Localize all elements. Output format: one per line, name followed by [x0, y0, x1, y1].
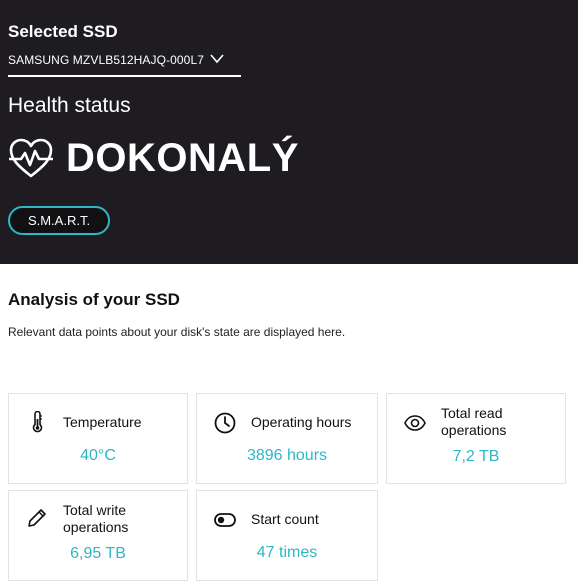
health-status: DOKONALÝ: [8, 136, 299, 181]
analysis-description: Relevant data points about your disk's s…: [8, 325, 346, 339]
health-status-value: DOKONALÝ: [66, 136, 299, 180]
total-write-title: Total write operations: [63, 502, 128, 536]
analysis-title: Analysis of your SSD: [8, 290, 180, 309]
total-write-value: 6,95 TB: [70, 545, 126, 562]
total-read-value: 7,2 TB: [452, 448, 500, 465]
ssd-selector-dropdown[interactable]: SAMSUNG MZVLB512HAJQ-000L7: [8, 53, 241, 77]
health-status-label: Health status: [8, 94, 131, 117]
total-write-card: Total write operations 6,95 TB: [8, 490, 188, 581]
start-count-value: 47 times: [256, 544, 318, 561]
operating-hours-value: 3896 hours: [246, 447, 328, 464]
ssd-model-value: SAMSUNG MZVLB512HAJQ-000L7: [8, 53, 205, 67]
operating-hours-title: Operating hours: [251, 414, 352, 430]
temperature-card: Temperature 40°C: [8, 393, 188, 484]
start-count-card: Start count 47 times: [196, 490, 378, 581]
thermometer-icon: [32, 411, 43, 433]
total-write-title-line1: Total write: [63, 502, 127, 518]
heart-pulse-icon: [9, 138, 53, 177]
start-count-title: Start count: [251, 511, 319, 527]
eye-icon: [404, 415, 426, 431]
total-read-title-line1: Total read: [441, 405, 503, 421]
total-read-card: Total read operations 7,2 TB: [386, 393, 566, 484]
operating-hours-card: Operating hours 3896 hours: [196, 393, 378, 484]
total-read-title: Total read operations: [441, 405, 506, 439]
chevron-down-icon: [210, 54, 224, 64]
smart-button[interactable]: S.M.A.R.T.: [8, 206, 110, 235]
total-read-title-line2: operations: [441, 422, 507, 438]
temperature-title: Temperature: [63, 414, 142, 430]
clock-icon: [214, 412, 236, 434]
temperature-value: 40°C: [80, 447, 116, 464]
selected-ssd-label: Selected SSD: [8, 22, 118, 41]
pencil-icon: [28, 509, 46, 527]
health-header: Selected SSD SAMSUNG MZVLB512HAJQ-000L7 …: [0, 0, 578, 264]
total-write-title-line2: operations: [63, 519, 129, 535]
toggle-icon: [214, 513, 236, 527]
